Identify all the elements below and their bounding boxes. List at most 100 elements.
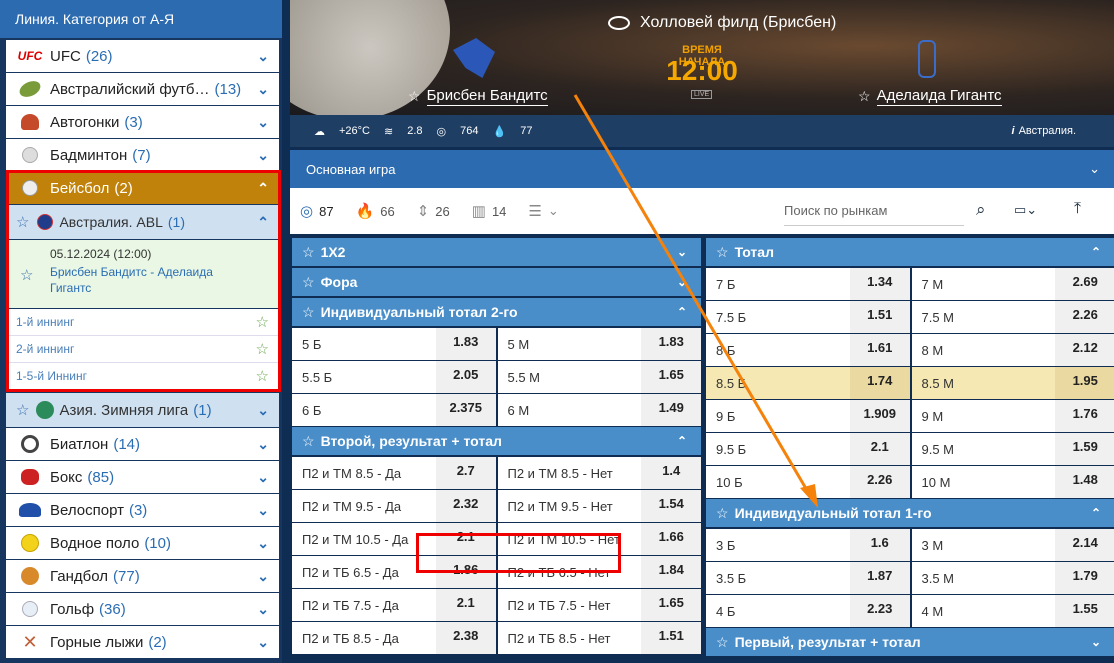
chevron-down-icon[interactable]: ⌄ <box>1089 161 1100 177</box>
filter-over-under[interactable]: ⇕ 26 <box>417 202 450 220</box>
odds-value[interactable]: 1.83 <box>641 328 702 360</box>
outcome-label[interactable]: 3 М <box>911 529 1056 561</box>
chevron-up-icon[interactable]: ⌃ <box>1091 245 1101 259</box>
search-input[interactable]: Поиск по рынкам <box>784 196 964 226</box>
odds-value[interactable]: 1.54 <box>641 490 702 522</box>
odds-value[interactable]: 1.6 <box>849 529 910 561</box>
chevron-up-icon[interactable]: ⌃ <box>677 434 687 448</box>
odds-value[interactable]: 1.55 <box>1055 595 1114 627</box>
main-game-bar[interactable]: Основная игра ⌄ <box>290 150 1114 188</box>
odds-value[interactable]: 2.1 <box>435 589 496 621</box>
sidebar-item-autoracing[interactable]: Автогонки (3) ⌄ <box>6 106 279 138</box>
sidebar-item-handball[interactable]: Гандбол (77) ⌄ <box>6 560 279 592</box>
star-icon[interactable]: ☆ <box>256 367 269 385</box>
chevron-down-icon[interactable]: ⌄ <box>257 601 269 618</box>
chevron-down-icon[interactable]: ⌄ <box>1091 635 1101 649</box>
outcome-label[interactable]: 8.5 М <box>911 367 1056 399</box>
odds-value[interactable]: 1.65 <box>641 589 702 621</box>
outcome-label[interactable]: П2 и ТБ 6.5 - Да <box>292 556 436 588</box>
odds-value[interactable]: 2.12 <box>1055 334 1114 366</box>
odds-value[interactable]: 2.375 <box>435 394 496 426</box>
team2-name[interactable]: Аделаида Гигантс <box>876 87 1002 106</box>
outcome-label[interactable]: П2 и ТБ 7.5 - Да <box>292 589 436 621</box>
outcome-label[interactable]: 10 М <box>911 466 1056 498</box>
star-icon[interactable]: ☆ <box>256 340 269 358</box>
market-header[interactable]: ☆ Первый, результат + тотал ⌄ <box>706 628 1114 656</box>
outcome-label[interactable]: 9.5 М <box>911 433 1056 465</box>
odds-value[interactable]: 1.909 <box>849 400 910 432</box>
chevron-down-icon[interactable]: ⌄ <box>257 81 269 98</box>
outcome-label[interactable]: 8 Б <box>706 334 850 366</box>
filter-stats[interactable]: ▥ 14 <box>472 202 507 220</box>
star-icon[interactable]: ☆ <box>16 213 29 231</box>
outcome-label[interactable]: 7.5 М <box>911 301 1056 333</box>
star-icon[interactable]: ☆ <box>302 244 315 261</box>
star-icon[interactable]: ☆ <box>16 401 29 419</box>
sidebar-subitem-asia-winter[interactable]: ☆ Азия. Зимняя лига (1) ⌄ <box>6 393 279 427</box>
outcome-label[interactable]: 4 М <box>911 595 1056 627</box>
odds-value[interactable]: 2.38 <box>435 622 496 654</box>
outcome-label[interactable]: П2 и ТМ 9.5 - Да <box>292 490 436 522</box>
chevron-down-icon[interactable]: ⌄ <box>257 568 269 585</box>
outcome-label[interactable]: 6 М <box>497 394 642 426</box>
star-icon[interactable]: ☆ <box>302 304 315 321</box>
outcome-label[interactable]: П2 и ТБ 6.5 - Нет <box>497 556 642 588</box>
outcome-label[interactable]: 10 Б <box>706 466 850 498</box>
star-icon[interactable]: ☆ <box>716 634 729 651</box>
chevron-down-icon[interactable]: ⌄ <box>257 402 269 419</box>
match-teams[interactable]: Брисбен Бандитс - Аделаида Гигантс <box>50 264 250 296</box>
odds-value[interactable]: 1.51 <box>641 622 702 654</box>
sidebar-item-aussie-football[interactable]: Австралийский футб… (13) ⌄ <box>6 73 279 105</box>
sidebar-item-badminton[interactable]: Бадминтон (7) ⌄ <box>6 139 279 171</box>
inning-1[interactable]: 1-й иннинг ☆ <box>6 309 279 336</box>
odds-value[interactable]: 1.79 <box>1055 562 1114 594</box>
sidebar-subitem-australia-abl[interactable]: ☆ Австралия. ABL (1) ⌃ <box>6 205 279 239</box>
odds-value[interactable]: 1.84 <box>641 556 702 588</box>
odds-value[interactable]: 1.61 <box>849 334 910 366</box>
team2[interactable]: ☆ Аделаида Гигантс <box>858 87 1002 106</box>
outcome-label[interactable]: 9.5 Б <box>706 433 850 465</box>
match-entry[interactable]: ☆ 05.12.2024 (12:00) Брисбен Бандитс - А… <box>6 240 279 308</box>
outcome-label[interactable]: 9 Б <box>706 400 850 432</box>
sidebar-item-alpine-skiing[interactable]: ✕ Горные лыжи (2) ⌄ <box>6 626 279 658</box>
outcome-label[interactable]: П2 и ТМ 8.5 - Нет <box>497 457 642 489</box>
odds-value[interactable]: 1.65 <box>641 361 702 393</box>
star-icon[interactable]: ☆ <box>302 274 315 291</box>
odds-value[interactable]: 1.4 <box>641 457 702 489</box>
outcome-label[interactable]: 8.5 Б <box>706 367 850 399</box>
filter-hot[interactable]: 🔥 66 <box>356 202 395 220</box>
odds-value[interactable]: 1.95 <box>1055 367 1114 399</box>
odds-value[interactable]: 2.7 <box>435 457 496 489</box>
odds-value[interactable]: 1.66 <box>641 523 702 555</box>
outcome-label[interactable]: 9 М <box>911 400 1056 432</box>
star-icon[interactable]: ☆ <box>408 88 421 105</box>
view-icon[interactable]: ▭⌄ <box>1014 202 1037 218</box>
odds-value[interactable]: 1.86 <box>435 556 496 588</box>
chevron-up-icon[interactable]: ⌃ <box>257 180 269 197</box>
market-header[interactable]: ☆ Тотал ⌃ <box>706 238 1114 266</box>
odds-value[interactable]: 2.14 <box>1055 529 1114 561</box>
outcome-label[interactable]: 7.5 Б <box>706 301 850 333</box>
odds-value[interactable]: 2.23 <box>849 595 910 627</box>
star-icon[interactable]: ☆ <box>858 88 871 105</box>
chevron-down-icon[interactable]: ⌄ <box>257 48 269 65</box>
sidebar-item-boxing[interactable]: Бокс (85) ⌄ <box>6 461 279 493</box>
odds-value[interactable]: 1.59 <box>1055 433 1114 465</box>
outcome-label[interactable]: 3.5 Б <box>706 562 850 594</box>
sidebar-item-water-polo[interactable]: Водное поло (10) ⌄ <box>6 527 279 559</box>
outcome-label[interactable]: 5.5 Б <box>292 361 436 393</box>
inning-2[interactable]: 2-й иннинг ☆ <box>6 336 279 363</box>
chevron-up-icon[interactable]: ⌃ <box>1091 506 1101 520</box>
outcome-label[interactable]: П2 и ТМ 9.5 - Нет <box>497 490 642 522</box>
odds-value[interactable]: 1.48 <box>1055 466 1114 498</box>
market-header[interactable]: ☆ 1Х2 ⌄ <box>292 238 701 266</box>
star-icon[interactable]: ☆ <box>716 505 729 522</box>
odds-value[interactable]: 1.87 <box>849 562 910 594</box>
odds-value[interactable]: 2.1 <box>849 433 910 465</box>
chevron-down-icon[interactable]: ⌄ <box>257 634 269 651</box>
sidebar-item-biathlon[interactable]: Биатлон (14) ⌄ <box>6 428 279 460</box>
outcome-label[interactable]: 3 Б <box>706 529 850 561</box>
upload-icon[interactable]: ⤒ <box>1074 200 1081 218</box>
chevron-up-icon[interactable]: ⌃ <box>257 214 269 231</box>
market-header[interactable]: ☆ Индивидуальный тотал 2-го ⌃ <box>292 298 701 326</box>
